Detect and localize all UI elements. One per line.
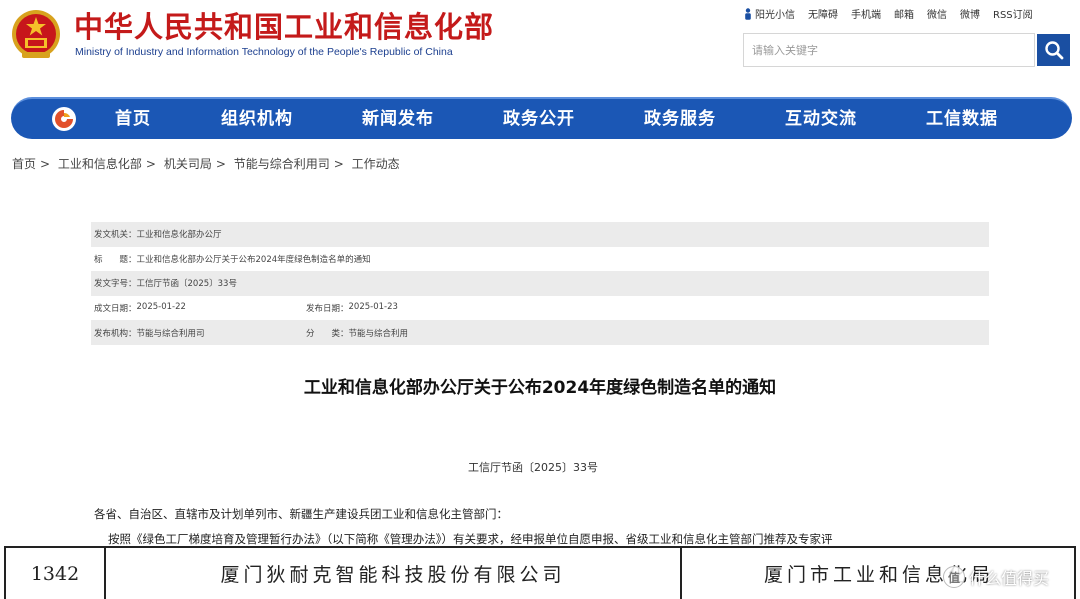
meta-org: 节能与综合利用司 bbox=[136, 328, 205, 339]
green-factory-list-row: 1342 厦门狄耐克智能科技股份有限公司 厦门市工业和信息化局 bbox=[4, 546, 1076, 599]
top-link-mail[interactable]: 邮箱 bbox=[894, 6, 914, 21]
meta-written-date: 2025-01-22 bbox=[136, 302, 186, 313]
top-link-wechat[interactable]: 微信 bbox=[927, 6, 947, 21]
nav-item-data[interactable]: 工信数据 bbox=[919, 99, 1005, 139]
breadcrumb-work-news[interactable]: 工作动态 bbox=[352, 157, 400, 171]
meta-doc-no: 工信厅节函〔2025〕33号 bbox=[136, 279, 237, 290]
breadcrumb: 首页 > 工业和信息化部 > 机关司局 > 节能与综合利用司 > 工作动态 bbox=[12, 157, 400, 171]
search-input[interactable] bbox=[744, 34, 1034, 66]
list-company: 厦门狄耐克智能科技股份有限公司 bbox=[106, 548, 682, 599]
main-nav: 首页 组织机构 新闻发布 政务公开 政务服务 互动交流 工信数据 bbox=[11, 97, 1072, 139]
meta-title: 工业和信息化部办公厅关于公布2024年度绿色制造名单的通知 bbox=[136, 254, 371, 265]
site-title[interactable]: 中华人民共和国工业和信息化部 bbox=[74, 10, 494, 44]
person-icon bbox=[745, 7, 751, 20]
meta-row-issuer: 发文机关： 工业和信息化部办公厅 bbox=[91, 222, 989, 247]
breadcrumb-ministry[interactable]: 工业和信息化部 bbox=[58, 157, 142, 171]
nav-item-interaction[interactable]: 互动交流 bbox=[778, 99, 864, 139]
top-link-weibo[interactable]: 微博 bbox=[960, 6, 980, 21]
site-subtitle: Ministry of Industry and Information Tec… bbox=[75, 46, 453, 58]
breadcrumb-energy-dept[interactable]: 节能与综合利用司 bbox=[234, 157, 330, 171]
document-meta-table: 发文机关： 工业和信息化部办公厅 标 题： 工业和信息化部办公厅关于公布2024… bbox=[91, 222, 989, 345]
meta-published-date: 2025-01-23 bbox=[348, 302, 398, 313]
nav-logo-icon[interactable] bbox=[51, 106, 77, 132]
meta-category: 节能与综合利用 bbox=[348, 328, 409, 339]
top-link-sunshine[interactable]: 阳光小信 bbox=[744, 6, 795, 21]
breadcrumb-home[interactable]: 首页 bbox=[12, 157, 36, 171]
top-link-rss[interactable]: RSS订阅 bbox=[993, 6, 1033, 21]
nav-item-home[interactable]: 首页 bbox=[103, 99, 163, 139]
meta-row-org: 发布机构： 节能与综合利用司 分 类： 节能与综合利用 bbox=[91, 320, 989, 345]
nav-item-gov-affairs[interactable]: 政务公开 bbox=[496, 99, 582, 139]
nav-item-organization[interactable]: 组织机构 bbox=[214, 99, 300, 139]
top-link-mobile[interactable]: 手机端 bbox=[851, 6, 881, 21]
national-emblem-icon bbox=[12, 10, 60, 58]
meta-issuer: 工业和信息化部办公厅 bbox=[136, 230, 222, 241]
list-index: 1342 bbox=[6, 548, 106, 599]
watermark: 值 什么值得买 bbox=[943, 565, 1049, 589]
breadcrumb-departments[interactable]: 机关司局 bbox=[164, 157, 212, 171]
search-button[interactable] bbox=[1037, 34, 1070, 66]
watermark-logo-icon: 值 bbox=[943, 566, 965, 588]
document-paragraph: 按照《绿色工厂梯度培育及管理暂行办法》（以下简称《管理办法》）有关要求，经申报单… bbox=[108, 532, 833, 545]
top-links: 阳光小信 无障碍 手机端 邮箱 微信 微博 RSS订阅 bbox=[744, 6, 1033, 21]
meta-row-doc-no: 发文字号： 工信厅节函〔2025〕33号 bbox=[91, 271, 989, 296]
search-icon bbox=[1044, 41, 1063, 60]
meta-row-title: 标 题： 工业和信息化部办公厅关于公布2024年度绿色制造名单的通知 bbox=[94, 254, 371, 265]
document-number: 工信厅节函〔2025〕33号 bbox=[468, 461, 598, 474]
document-title: 工业和信息化部办公厅关于公布2024年度绿色制造名单的通知 bbox=[303, 378, 777, 398]
search-box bbox=[743, 33, 1035, 67]
top-link-accessibility[interactable]: 无障碍 bbox=[808, 6, 838, 21]
nav-item-gov-services[interactable]: 政务服务 bbox=[637, 99, 723, 139]
document-greeting: 各省、自治区、直辖市及计划单列市、新疆生产建设兵团工业和信息化主管部门： bbox=[94, 507, 508, 521]
meta-row-dates: 成文日期： 2025-01-22 发布日期： 2025-01-23 bbox=[94, 302, 398, 315]
nav-item-news[interactable]: 新闻发布 bbox=[355, 99, 441, 139]
